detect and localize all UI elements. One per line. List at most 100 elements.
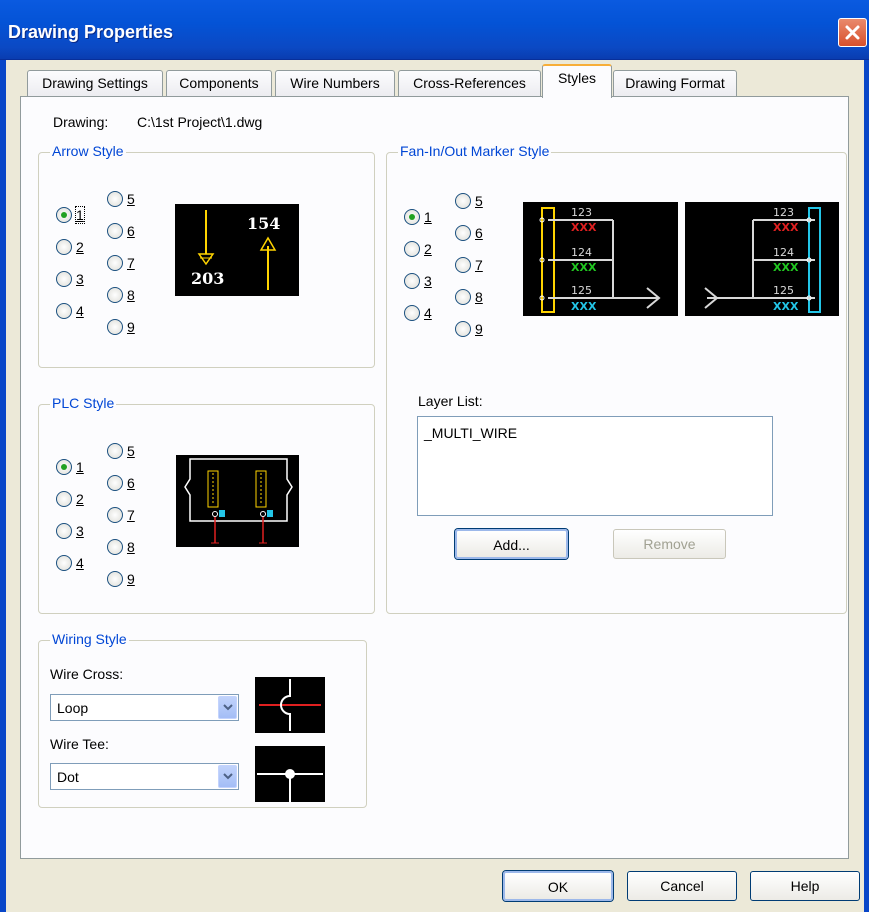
- radio-circle: [107, 475, 123, 491]
- fan-preview-number-123: 123: [571, 206, 592, 219]
- radio-circle: [107, 191, 123, 207]
- arrow-style-radio-7[interactable]: 7: [107, 255, 135, 271]
- close-icon: [845, 25, 860, 40]
- plc-style-radio-1[interactable]: 1: [56, 459, 84, 475]
- radio-circle: [455, 257, 471, 273]
- plc-style-radio-8[interactable]: 8: [107, 539, 135, 555]
- radio-circle: [56, 271, 72, 287]
- fan-style-radio-3[interactable]: 3: [404, 273, 432, 289]
- radio-circle: [107, 287, 123, 303]
- tab-components[interactable]: Components: [166, 70, 272, 97]
- radio-circle: [56, 303, 72, 319]
- ok-button[interactable]: OK: [503, 871, 613, 901]
- radio-circle: [107, 319, 123, 335]
- arrow-style-radio-4[interactable]: 4: [56, 303, 84, 319]
- cancel-button[interactable]: Cancel: [627, 871, 737, 901]
- fan-style-radio-7[interactable]: 7: [455, 257, 483, 273]
- radio-circle: [56, 207, 72, 223]
- fan-out-tag-1: XXX: [773, 221, 799, 234]
- arrow-style-radio-1[interactable]: 1: [56, 206, 85, 224]
- arrow-style-radio-9[interactable]: 9: [107, 319, 135, 335]
- fan-out-number-123: 123: [773, 206, 794, 219]
- window-frame-left: [0, 60, 6, 912]
- fan-preview-tag-3: XXX: [571, 300, 597, 313]
- wire-tee-value: Dot: [57, 769, 79, 785]
- arrow-preview-label-203: 203: [191, 269, 224, 288]
- plc-style-radio-4[interactable]: 4: [56, 555, 84, 571]
- wire-cross-value: Loop: [57, 700, 89, 716]
- tab-drawing-settings[interactable]: Drawing Settings: [27, 70, 163, 97]
- add-layer-button[interactable]: Add...: [455, 529, 568, 559]
- radio-circle: [56, 239, 72, 255]
- tab-drawing-format[interactable]: Drawing Format: [613, 70, 737, 97]
- fan-preview-number-124: 124: [571, 246, 592, 259]
- radio-circle: [107, 539, 123, 555]
- plc-style-radio-6[interactable]: 6: [107, 475, 135, 491]
- arrow-style-radio-6[interactable]: 6: [107, 223, 135, 239]
- plc-style-title: PLC Style: [50, 395, 117, 411]
- arrow-style-radio-3[interactable]: 3: [56, 271, 84, 287]
- fan-style-radio-4[interactable]: 4: [404, 305, 432, 321]
- help-button[interactable]: Help: [750, 871, 860, 901]
- tab-wire-numbers[interactable]: Wire Numbers: [275, 70, 395, 97]
- fan-preview-tag-1: XXX: [571, 221, 597, 234]
- drawing-properties-dialog: Drawing Properties Drawing Settings Comp…: [0, 0, 869, 912]
- radio-circle: [107, 223, 123, 239]
- arrow-style-radio-2[interactable]: 2: [56, 239, 84, 255]
- radio-circle: [107, 443, 123, 459]
- fan-out-tag-3: XXX: [773, 300, 799, 313]
- arrow-style-preview: 154 203: [175, 204, 299, 296]
- plc-style-radio-5[interactable]: 5: [107, 443, 135, 459]
- close-button[interactable]: [838, 18, 867, 47]
- plc-style-radio-7[interactable]: 7: [107, 507, 135, 523]
- tab-cross-references[interactable]: Cross-References: [398, 70, 541, 97]
- plc-style-preview: [176, 455, 299, 547]
- layer-list-item[interactable]: _MULTI_WIRE: [424, 425, 517, 441]
- wire-tee-select[interactable]: Dot: [50, 763, 239, 790]
- drawing-label: Drawing:: [53, 114, 109, 130]
- fan-style-radio-5[interactable]: 5: [455, 193, 483, 209]
- fan-style-radio-2[interactable]: 2: [404, 241, 432, 257]
- chevron-down-icon: [222, 704, 233, 711]
- arrow-preview-label-154: 154: [247, 214, 280, 233]
- arrow-style-title: Arrow Style: [50, 143, 126, 159]
- drawing-path: C:\1st Project\1.dwg: [137, 114, 263, 130]
- radio-circle: [455, 321, 471, 337]
- plc-style-radio-3[interactable]: 3: [56, 523, 84, 539]
- fan-preview-number-125: 125: [571, 284, 592, 297]
- remove-layer-button[interactable]: Remove: [613, 529, 726, 559]
- fan-style-radio-1[interactable]: 1: [404, 209, 432, 225]
- wire-tee-label: Wire Tee:: [50, 736, 109, 752]
- wire-tee-preview: [255, 746, 325, 802]
- window-frame-right: [864, 60, 869, 912]
- radio-circle: [56, 555, 72, 571]
- fan-preview-tag-2: XXX: [571, 261, 597, 274]
- fan-style-radio-6[interactable]: 6: [455, 225, 483, 241]
- radio-circle: [404, 209, 420, 225]
- plc-style-radio-2[interactable]: 2: [56, 491, 84, 507]
- fan-style-radio-9[interactable]: 9: [455, 321, 483, 337]
- layer-list[interactable]: _MULTI_WIRE: [417, 416, 773, 516]
- arrow-style-radio-5[interactable]: 5: [107, 191, 135, 207]
- fan-out-number-125: 125: [773, 284, 794, 297]
- radio-circle: [404, 273, 420, 289]
- tab-styles[interactable]: Styles: [542, 64, 612, 98]
- radio-circle: [56, 523, 72, 539]
- wire-cross-dropdown-button[interactable]: [218, 696, 237, 719]
- radio-circle: [455, 225, 471, 241]
- plc-style-radio-9[interactable]: 9: [107, 571, 135, 587]
- title-bar[interactable]: Drawing Properties: [0, 0, 869, 60]
- chevron-down-icon: [222, 773, 233, 780]
- dialog-title: Drawing Properties: [8, 22, 174, 42]
- radio-circle: [455, 193, 471, 209]
- wire-cross-label: Wire Cross:: [50, 666, 124, 682]
- layer-list-label: Layer List:: [418, 393, 483, 409]
- wire-cross-select[interactable]: Loop: [50, 694, 239, 721]
- wire-cross-preview: [255, 677, 325, 733]
- fan-style-radio-8[interactable]: 8: [455, 289, 483, 305]
- radio-circle: [404, 241, 420, 257]
- wire-tee-dropdown-button[interactable]: [218, 765, 237, 788]
- arrow-style-radio-8[interactable]: 8: [107, 287, 135, 303]
- fan-out-preview: 123 XXX 124 XXX 125 XXX: [685, 202, 839, 316]
- radio-circle: [404, 305, 420, 321]
